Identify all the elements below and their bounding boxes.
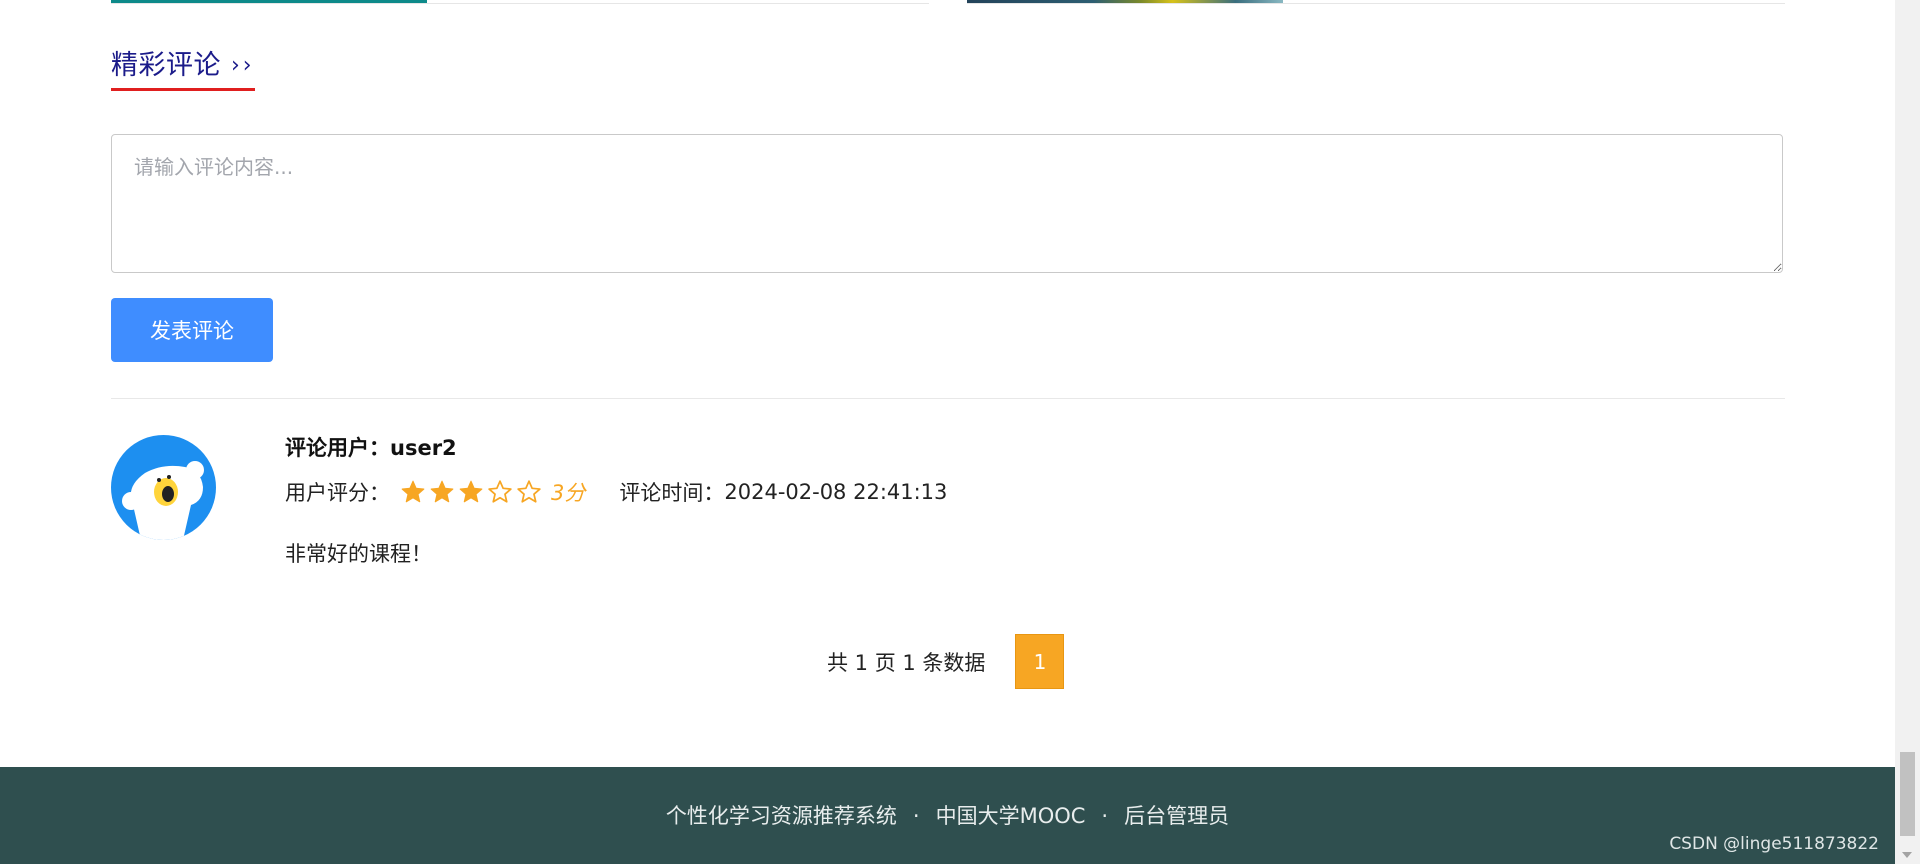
page-button-current[interactable]: 1 bbox=[1015, 634, 1065, 689]
footer-separator: · bbox=[912, 804, 920, 828]
rating-score-text: 3分 bbox=[551, 481, 586, 505]
comment-user-value: user2 bbox=[390, 436, 457, 460]
rating-label: 用户评分： bbox=[285, 481, 390, 505]
star-filled-icon[interactable] bbox=[429, 479, 455, 505]
star-outline-icon[interactable] bbox=[487, 479, 513, 505]
footer: 个性化学习资源推荐系统 · 中国大学MOOC · 后台管理员 CSDN @linge51… bbox=[0, 767, 1895, 864]
section-title-text: 精彩评论 bbox=[111, 50, 221, 81]
double-chevron-right-icon: ›› bbox=[231, 53, 255, 78]
star-outline-icon[interactable] bbox=[516, 479, 542, 505]
pagination-summary: 共 1 页 1 条数据 bbox=[827, 650, 986, 675]
course-card-left[interactable] bbox=[111, 0, 929, 4]
pagination: 共 1 页 1 条数据 1 bbox=[827, 634, 1065, 689]
comment-time-label: 评论时间： bbox=[619, 481, 725, 505]
bear-avatar-icon bbox=[111, 435, 216, 540]
comment-time-value: 2024-02-08 22:41:13 bbox=[724, 480, 948, 504]
page: 精彩评论 ›› 发表评论 评论用户：user2 用户评分： bbox=[0, 0, 1920, 864]
course-card-accent-bar bbox=[111, 0, 427, 3]
comment-content: 非常好的课程！ bbox=[285, 542, 432, 566]
rating-stars bbox=[400, 479, 545, 505]
scrollbar[interactable] bbox=[1895, 0, 1920, 864]
footer-link-admin[interactable]: 后台管理员 bbox=[1124, 804, 1229, 828]
star-filled-icon[interactable] bbox=[400, 479, 426, 505]
divider bbox=[111, 398, 1785, 399]
comment-user-label: 评论用户： bbox=[285, 436, 390, 460]
comment-meta: 用户评分： 3分 评论时间： 2024-02-08 22:41:13 bbox=[285, 474, 947, 510]
watermark: CSDN @linge511873822 bbox=[1669, 834, 1879, 854]
comment-username: 评论用户：user2 bbox=[285, 432, 457, 462]
scrollbar-thumb[interactable] bbox=[1900, 752, 1915, 836]
course-card-right[interactable] bbox=[967, 0, 1785, 4]
footer-separator: · bbox=[1101, 804, 1109, 828]
footer-links: 个性化学习资源推荐系统 · 中国大学MOOC · 后台管理员 bbox=[0, 800, 1895, 830]
footer-link-mooc[interactable]: 中国大学MOOC bbox=[936, 804, 1086, 828]
star-filled-icon[interactable] bbox=[458, 479, 484, 505]
submit-comment-button[interactable]: 发表评论 bbox=[111, 298, 273, 362]
comments-section-title: 精彩评论 ›› bbox=[111, 48, 255, 91]
course-card-thumbnail bbox=[967, 0, 1283, 3]
scroll-down-arrow-icon[interactable] bbox=[1902, 852, 1912, 858]
footer-link-system[interactable]: 个性化学习资源推荐系统 bbox=[666, 804, 897, 828]
comment-input[interactable] bbox=[111, 134, 1783, 273]
